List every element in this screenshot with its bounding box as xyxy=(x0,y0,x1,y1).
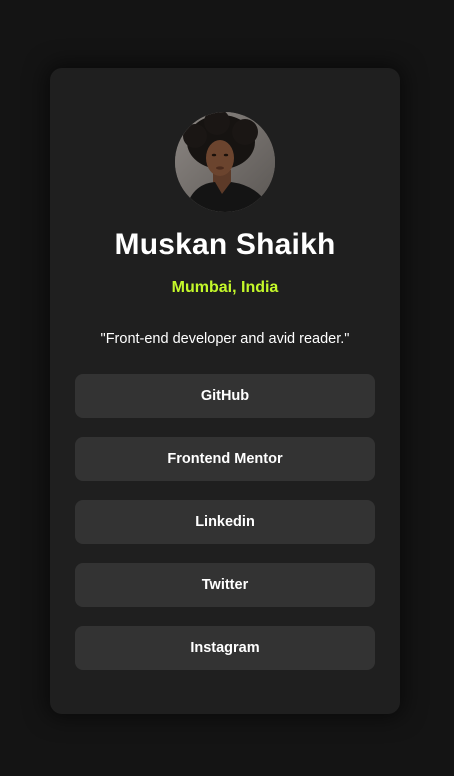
linkedin-link-button[interactable]: Linkedin xyxy=(75,500,375,544)
profile-bio: "Front-end developer and avid reader." xyxy=(100,331,350,347)
frontend-mentor-link-button[interactable]: Frontend Mentor xyxy=(75,437,375,481)
avatar xyxy=(175,112,275,212)
avatar-photo-icon xyxy=(175,112,275,212)
instagram-link-button[interactable]: Instagram xyxy=(75,626,375,670)
profile-card: Muskan Shaikh Mumbai, India "Front-end d… xyxy=(50,68,400,714)
github-link-button[interactable]: GitHub xyxy=(75,374,375,418)
twitter-link-button[interactable]: Twitter xyxy=(75,563,375,607)
profile-name: Muskan Shaikh xyxy=(114,228,336,261)
profile-location: Mumbai, India xyxy=(171,279,279,296)
social-links-list: GitHub Frontend Mentor Linkedin Twitter … xyxy=(75,374,375,689)
